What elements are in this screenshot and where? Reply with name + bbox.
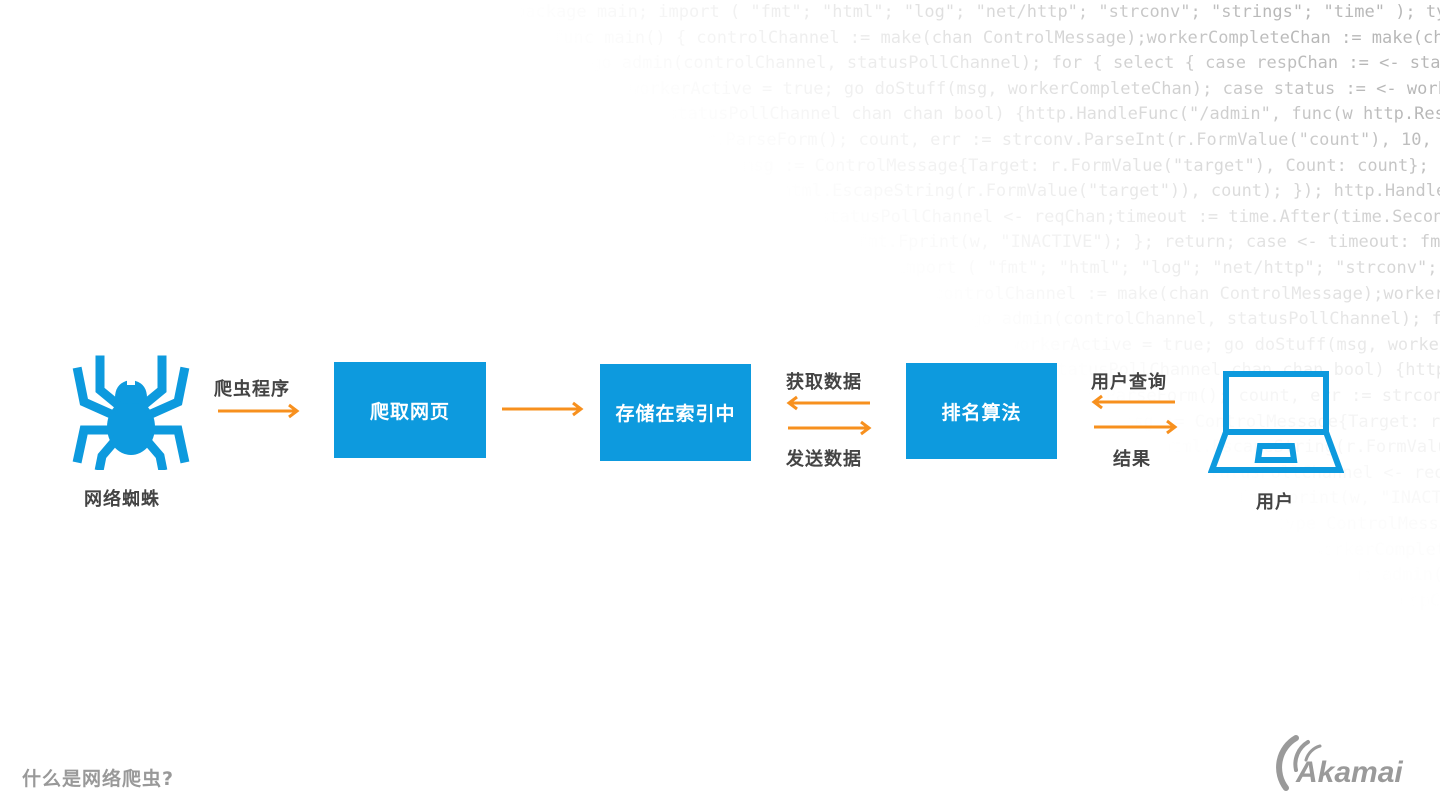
send-data-label: 发送数据: [786, 449, 862, 470]
arrow-user-to-ranking: [1091, 394, 1175, 410]
logo-text: Akamai: [1295, 756, 1403, 789]
box-store-in-index: 存储在索引中: [600, 364, 751, 461]
code-line: workerActive = true; go doStuff(msg, wor…: [1009, 334, 1440, 356]
fetch-data-label: 获取数据: [786, 372, 862, 393]
arrow-ranking-to-index: [786, 395, 870, 411]
code-line: type ControlMessage struct { Target stri…: [1275, 513, 1440, 535]
spider-icon: [70, 352, 192, 474]
user-query-label: 用户查询: [1091, 372, 1167, 393]
code-line: statusPollChannel <- reqChan;timeout := …: [819, 206, 1440, 228]
code-line: msg := ControlMessage{Target: r.FormValu…: [743, 155, 1440, 177]
code-line: r.ParseForm(); count, err := strconv.Par…: [705, 129, 1440, 151]
arrow-spider-to-crawl: [218, 403, 300, 419]
code-line: html.EscapeString(r.FormValue("target"))…: [781, 180, 1440, 202]
code-line: go doStuff(msg, workerCompleteChan); cas…: [1427, 615, 1440, 637]
code-line: func main() { controlChannel := make(cha…: [553, 27, 1440, 49]
code-line: statusPollChannel chan chan bool) {http.…: [667, 103, 1440, 125]
code-line: import ( "fmt"; "html"; "log"; "net/http…: [895, 257, 1440, 279]
code-line: workerCompleteChan := make(chan bool); s…: [1313, 539, 1440, 561]
box-crawl-pages: 爬取网页: [334, 362, 486, 458]
code-line: go admin(controlChannel, statusPollChann…: [971, 308, 1440, 330]
code-line: controlChannel := make(chan ControlMessa…: [933, 283, 1440, 305]
user-label: 用户: [1256, 492, 1294, 513]
box-ranking-algorithm: 排名算法: [906, 363, 1057, 459]
code-line: package main; import ( "fmt"; "html"; "l…: [515, 1, 1440, 23]
result-label: 结果: [1113, 449, 1151, 470]
arrow-index-to-ranking: [788, 420, 872, 436]
code-line: fmt.Fprint(w, "INACTIVE"); }; return; ca…: [857, 231, 1440, 253]
code-line: respChan <- workerActive; case msg := <-…: [1389, 590, 1440, 612]
laptop-icon: [1207, 370, 1345, 478]
crawler-program-label: 爬虫程序: [214, 379, 290, 400]
spider-label: 网络蜘蛛: [84, 489, 160, 510]
arrow-crawl-to-index: [502, 401, 584, 417]
code-line: go admin(controlChannel, statusPollChann…: [591, 52, 1440, 74]
code-line: go admin(controlChannel, statusPollChann…: [1351, 564, 1440, 586]
arrow-ranking-to-user: [1094, 419, 1178, 435]
code-line: workerActive = true; go doStuff(msg, wor…: [629, 78, 1440, 100]
page-title: 什么是网络爬虫?: [22, 768, 175, 790]
akamai-logo: Akamai: [1268, 730, 1420, 796]
